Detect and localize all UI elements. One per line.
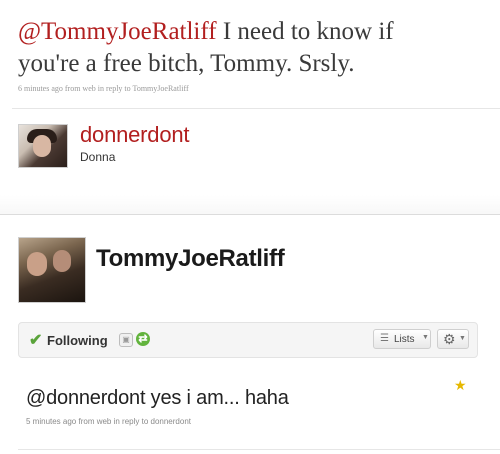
device-icon[interactable]: ▣ [119, 333, 133, 347]
profile-panel: TommyJoeRatliff ✔ Following ▣ ⇄ ☰ Lists … [0, 215, 500, 454]
retweet-icon[interactable]: ⇄ [136, 332, 150, 346]
profile-name: TommyJoeRatliff [96, 245, 285, 272]
list-icon: ☰ [380, 333, 389, 344]
lists-label: Lists [394, 334, 415, 345]
tweet-meta: 6 minutes ago from web in reply to Tommy… [18, 84, 189, 93]
panel-gap [0, 195, 500, 215]
avatar-person [27, 252, 47, 276]
actions-menu-button[interactable]: ⚙ ▼ [437, 329, 469, 349]
chevron-down-icon: ▼ [459, 335, 466, 342]
avatar-face [33, 135, 51, 157]
star-icon[interactable]: ★ [454, 377, 467, 394]
reply-tweet-text: @donnerdont yes i am... haha [26, 387, 289, 409]
profile-avatar[interactable] [18, 237, 86, 303]
gear-icon: ⚙ [443, 331, 456, 347]
tweet-panel: @TommyJoeRatliff I need to know if you'r… [0, 0, 500, 195]
reply-tweet-meta: 5 minutes ago from web in reply to donne… [26, 417, 191, 426]
follow-bar: ✔ Following ▣ ⇄ ☰ Lists ▼ ⚙ ▼ [18, 322, 478, 358]
author-name: Donna [80, 150, 116, 164]
following-button[interactable]: Following [47, 333, 108, 348]
divider [12, 108, 500, 109]
chevron-down-icon: ▼ [422, 334, 429, 341]
divider [18, 449, 500, 450]
avatar-person [53, 250, 71, 272]
check-icon: ✔ [29, 332, 43, 349]
lists-button[interactable]: ☰ Lists ▼ [373, 329, 431, 349]
author-handle[interactable]: donnerdont [80, 122, 190, 148]
mention-link[interactable]: @TommyJoeRatliff [18, 18, 217, 45]
tweet-text: @TommyJoeRatliff I need to know if you'r… [18, 16, 458, 80]
avatar[interactable] [18, 124, 68, 168]
